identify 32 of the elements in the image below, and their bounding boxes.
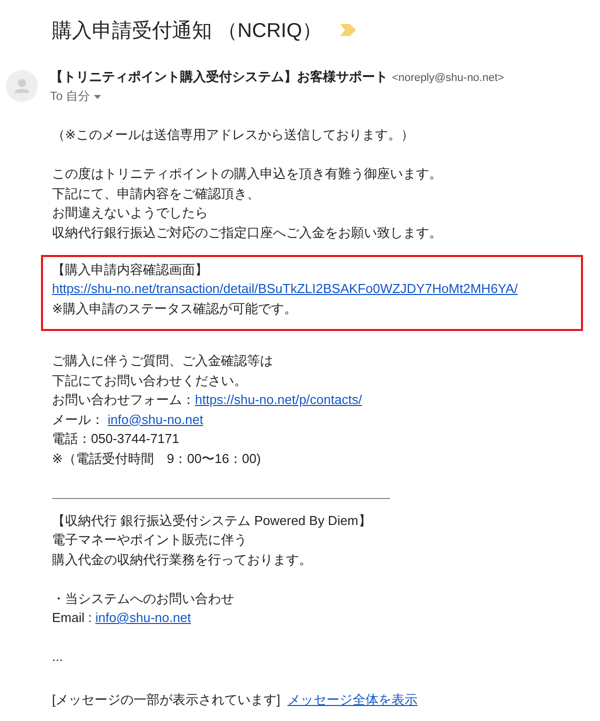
caret-icon bbox=[94, 94, 102, 98]
link[interactable]: https://shu-no.net/p/contacts/ bbox=[195, 390, 362, 410]
sender-email: <noreply@shu-no.net> bbox=[392, 72, 504, 84]
body-text: 電話：050-3744-7171 bbox=[52, 430, 180, 448]
body-text: 電子マネーやポイント販売に伴う bbox=[52, 531, 247, 549]
body-text: ご購入に伴うご質問、ご入金確認等は bbox=[52, 352, 273, 370]
link[interactable]: info@shu-no.net bbox=[95, 608, 191, 628]
body-text: メール： bbox=[52, 410, 105, 428]
email-subject: 購入申請受付通知 （NCRIQ） bbox=[52, 18, 322, 44]
recipient-dropdown[interactable]: To 自分 bbox=[50, 88, 102, 105]
body-text: ... bbox=[52, 648, 63, 666]
body-text: ※購入申請のステータス確認が可能です。 bbox=[52, 300, 297, 318]
link[interactable]: info@shu-no.net bbox=[108, 410, 204, 429]
importance-marker-icon[interactable] bbox=[340, 24, 356, 36]
body-text: お間違えないようでしたら bbox=[52, 204, 208, 222]
body-text: 下記にて、申請内容をご確認頂き、 bbox=[52, 184, 260, 202]
body-text: ※（電話受付時間 9：00〜16：00) bbox=[52, 450, 261, 468]
body-text: ・当システムへのお問い合わせ bbox=[52, 590, 234, 608]
body-text: 収納代行銀行振込ご対応のご指定口座へご入金をお願い致します。 bbox=[52, 224, 442, 242]
body-text: 下記にてお問い合わせください。 bbox=[52, 372, 247, 390]
body-text: この度はトリニティポイントの購入申込を頂き有難う御座います。 bbox=[52, 165, 442, 183]
body-text: Email : bbox=[52, 609, 93, 627]
body-text: [メッセージの一部が表示されています] bbox=[52, 691, 282, 709]
body-text: 【収納代行 銀行振込受付システム Powered By Diem】 bbox=[52, 512, 372, 530]
body-text: お問い合わせフォーム： bbox=[52, 391, 195, 409]
body-text: 購入代金の収納代行業務を行っております。 bbox=[52, 550, 312, 568]
link[interactable]: メッセージ全体を表示 bbox=[287, 690, 418, 710]
link[interactable]: https://shu-no.net/transaction/detail/BSuTkZLI2BSAKFo0WZJDY7HoMt2MH6YA/ bbox=[52, 279, 518, 298]
sender-name: 【トリニティポイント購入受付システム】お客様サポート bbox=[50, 68, 388, 86]
body-text: （※このメールは送信専用アドレスから送信しております。） bbox=[52, 126, 414, 144]
avatar-icon bbox=[6, 70, 38, 102]
body-text: 【購入申請内容確認画面】 bbox=[52, 260, 208, 278]
